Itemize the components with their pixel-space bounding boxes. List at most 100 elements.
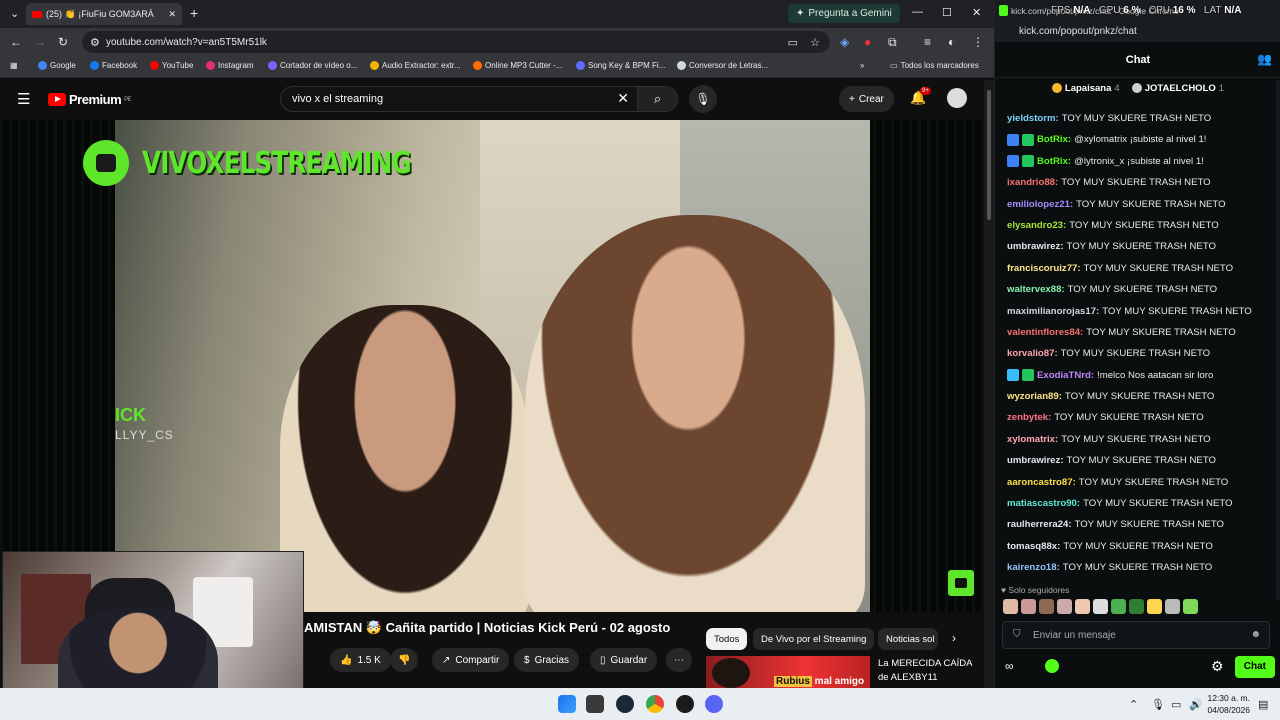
top-gifter[interactable]: 2JOTAELCHOLO1 [1131, 83, 1224, 94]
save-button[interactable]: ▯ Guardar [590, 648, 658, 672]
related-video-title[interactable]: La MERECIDA CAÍDA de ALEXBY11 [878, 657, 978, 685]
chat-username[interactable]: BotRix: [1037, 129, 1071, 150]
chat-username[interactable]: valentinflores84: [1007, 322, 1083, 343]
discord-icon[interactable] [705, 695, 723, 713]
chat-username[interactable]: emiliolopez21: [1007, 194, 1073, 215]
chat-username[interactable]: xylomatrix: [1007, 429, 1058, 450]
chat-username[interactable]: kairenzo18: [1007, 557, 1060, 578]
menu-icon[interactable]: ⋮ [972, 35, 984, 49]
chat-username[interactable]: maximilianorojas17: [1007, 301, 1099, 322]
chip-all[interactable]: Todos [706, 628, 748, 650]
users-icon[interactable]: 👥 [1257, 52, 1272, 66]
emote-icon[interactable] [1093, 599, 1108, 614]
send-chat-button[interactable]: Chat [1234, 656, 1275, 678]
start-icon[interactable] [558, 695, 576, 713]
bookmark-item[interactable]: Facebook [90, 61, 137, 70]
more-actions-button[interactable]: ⋯ [666, 648, 692, 672]
extensions-puzzle-icon[interactable]: ⧉ [888, 35, 897, 50]
bookmark-item[interactable]: YouTube [150, 61, 193, 70]
chat-username[interactable]: umbrawirez: [1007, 450, 1064, 471]
chat-username[interactable]: ixandrio88: [1007, 172, 1058, 193]
chat-username[interactable]: raulherrera24: [1007, 514, 1072, 535]
network-icon[interactable]: ▭ [1171, 698, 1181, 711]
close-icon[interactable]: ✕ [168, 9, 176, 20]
chrome-icon[interactable] [646, 695, 664, 713]
chat-username[interactable]: elysandro23: [1007, 215, 1066, 236]
bookmark-item[interactable]: Google [38, 61, 76, 70]
bookmark-item[interactable]: Audio Extractor: extr... [370, 61, 461, 70]
clear-search-icon[interactable]: ✕ [617, 90, 629, 107]
emote-icon[interactable] [1129, 599, 1144, 614]
bookmark-item[interactable]: Instagram [206, 61, 254, 70]
extension-record-icon[interactable]: ● [864, 35, 871, 49]
bookmark-item[interactable]: Cortador de vídeo o... [268, 61, 357, 70]
cast-icon[interactable]: ▭ [788, 36, 798, 49]
chip-news[interactable]: Noticias sol [878, 628, 938, 650]
minimize-icon[interactable]: — [912, 6, 923, 18]
emote-icon[interactable] [1183, 599, 1198, 614]
task-view-icon[interactable] [586, 695, 604, 713]
settings-gear-icon[interactable]: ⚙ [1211, 658, 1224, 675]
top-gifter[interactable]: 1Lapaisana4 [1051, 83, 1120, 94]
app-icon[interactable] [676, 695, 694, 713]
emote-icon[interactable] [1075, 599, 1090, 614]
chat-username[interactable]: aaroncastro87: [1007, 472, 1076, 493]
chat-input[interactable]: ⛉ Enviar un mensaje ☻ [1002, 621, 1270, 649]
back-icon[interactable]: ← [10, 35, 22, 49]
voice-search-button[interactable]: 🎙 [689, 85, 717, 113]
chat-username[interactable]: zenbytek: [1007, 407, 1051, 428]
tab-youtube[interactable]: (25) 👏 ¡FiuFiu GOM3ARÁ ✕ [26, 3, 182, 25]
chat-username[interactable]: waltervex88: [1007, 279, 1065, 300]
chat-username[interactable]: korvalio87: [1007, 343, 1058, 364]
chat-username[interactable]: wyzorian89: [1007, 386, 1062, 407]
new-tab-icon[interactable]: + [190, 5, 198, 21]
volume-icon[interactable]: 🔊 [1189, 698, 1203, 711]
chat-username[interactable]: umbrawirez: [1007, 236, 1064, 257]
like-button[interactable]: 👍 1.5 K [330, 648, 391, 672]
bookmark-item[interactable]: Song Key & BPM Fi... [576, 61, 665, 70]
more-bookmarks-icon[interactable]: » [860, 61, 864, 70]
gemini-button[interactable]: ✦ Pregunta a Gemini [788, 4, 900, 23]
url-field[interactable]: ⚙ youtube.com/watch?v=an5T5Mr51lk ▭ ☆ [82, 31, 830, 53]
notification-center-icon[interactable]: ▤ [1258, 698, 1268, 711]
apps-icon[interactable]: ▦ [10, 61, 18, 70]
chat-username[interactable]: ExodiaTNrd: [1037, 365, 1094, 386]
chat-username[interactable]: matiascastro90: [1007, 493, 1080, 514]
bookmark-star-icon[interactable]: ☆ [810, 36, 820, 49]
tab-search-icon[interactable]: ⌄ [10, 7, 19, 20]
kick-points-icon[interactable] [1045, 659, 1059, 673]
create-button[interactable]: + Crear [839, 86, 894, 112]
forward-icon[interactable]: → [34, 35, 46, 49]
site-info-icon[interactable]: ⚙ [90, 36, 100, 49]
steam-icon[interactable] [616, 695, 634, 713]
infinity-icon[interactable]: ∞ [1005, 659, 1014, 673]
emote-icon[interactable] [1003, 599, 1018, 614]
emote-icon[interactable] [1165, 599, 1180, 614]
chat-username[interactable]: tomasq88x: [1007, 536, 1060, 557]
mic-tray-icon[interactable]: 🎙 [1151, 698, 1165, 711]
bookmark-item[interactable]: Online MP3 Cutter -... [473, 61, 562, 70]
extension-icon[interactable]: ◈ [840, 35, 849, 49]
share-button[interactable]: ↗ Compartir [432, 648, 510, 672]
video-player[interactable]: VIVOXELSTREAMING ICK LLYY_CS [0, 120, 984, 612]
system-clock[interactable]: 12:30 a. m. 04/08/2026 [1207, 692, 1250, 716]
emote-icon[interactable] [1039, 599, 1054, 614]
maximize-icon[interactable]: ☐ [942, 6, 952, 19]
all-bookmarks[interactable]: ▭ Todos los marcadores [890, 61, 979, 70]
media-icon[interactable]: ≡ [924, 35, 931, 49]
page-scrollbar[interactable] [984, 80, 994, 688]
profile-icon[interactable]: ◐ [948, 35, 955, 49]
dislike-button[interactable]: 👎 [390, 648, 419, 672]
emote-icon[interactable] [1111, 599, 1126, 614]
bookmark-item[interactable]: Conversor de Letras... [677, 61, 768, 70]
related-video-thumbnail[interactable]: Rubius mal amigo [706, 656, 870, 688]
chat-username[interactable]: yieldstorm: [1007, 108, 1059, 129]
window-close-icon[interactable]: ✕ [972, 6, 981, 19]
search-input[interactable]: vivo x el streaming ✕ ⌕ [280, 86, 678, 112]
tray-chevron-icon[interactable]: ⌃ [1129, 698, 1138, 711]
avatar[interactable] [947, 88, 967, 108]
kick-url-bar[interactable]: kick.com/popout/pnkz/chat [995, 22, 1280, 42]
thanks-button[interactable]: $ Gracias [514, 648, 580, 672]
chat-username[interactable]: franciscoruiz77: [1007, 258, 1081, 279]
emote-icon[interactable] [1057, 599, 1072, 614]
